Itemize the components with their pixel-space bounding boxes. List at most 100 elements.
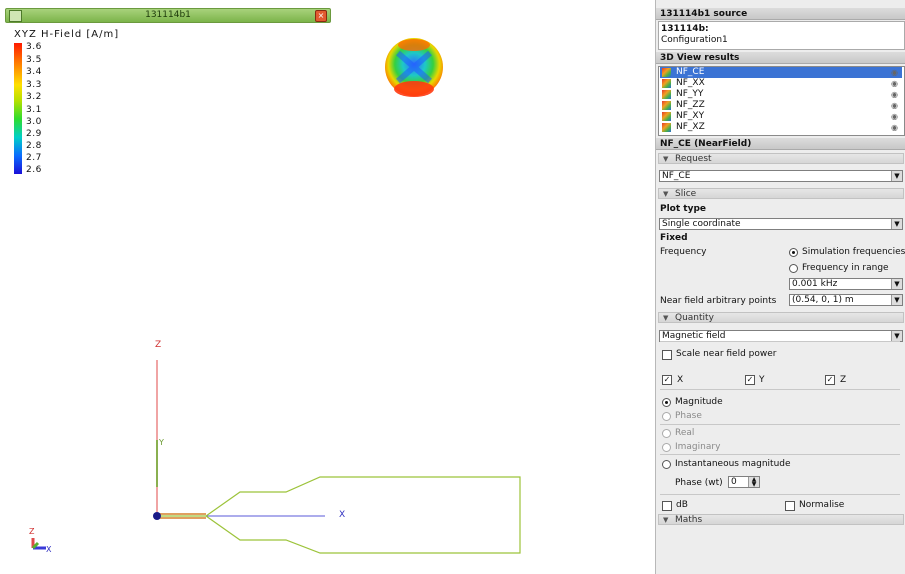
result-item-nf-xx[interactable]: NF_XX ◉ xyxy=(660,78,902,89)
result-label: NF_XZ xyxy=(676,122,705,132)
divider xyxy=(660,389,900,390)
result-label: NF_CE xyxy=(676,67,705,77)
phase-wt-spinner[interactable]: 0 ▲ ▼ xyxy=(728,476,760,488)
frequency-select[interactable]: 0.001 kHz ▼ xyxy=(789,278,903,290)
maths-section[interactable]: ▼ Maths xyxy=(658,514,904,525)
x-axis-label: X xyxy=(339,510,346,520)
chevron-down-icon: ▼ xyxy=(891,279,902,289)
eye-icon[interactable]: ◉ xyxy=(891,122,898,133)
divider xyxy=(660,494,900,495)
maths-section-label: Maths xyxy=(675,515,703,525)
x-checkbox-label: X xyxy=(677,375,684,385)
result-label: NF_ZZ xyxy=(676,100,705,110)
phase-radio[interactable] xyxy=(662,412,671,421)
result-icon xyxy=(662,79,671,88)
slice-section-label: Slice xyxy=(675,189,697,199)
eye-icon[interactable]: ◉ xyxy=(891,78,898,89)
eye-icon[interactable]: ◉ xyxy=(891,111,898,122)
phase-wt-value: 0 xyxy=(731,477,737,487)
collapse-arrow-icon: ▼ xyxy=(663,155,669,163)
chevron-down-icon: ▼ xyxy=(891,295,902,305)
results-header: 3D View results xyxy=(656,52,905,64)
real-label: Real xyxy=(675,428,695,438)
frequency-value: 0.001 kHz xyxy=(792,279,838,289)
request-section[interactable]: ▼ Request xyxy=(658,153,904,164)
plot-type-select[interactable]: Single coordinate ▼ xyxy=(659,218,903,230)
result-icon xyxy=(662,112,671,121)
instantaneous-radio[interactable] xyxy=(662,460,671,469)
chevron-down-icon: ▼ xyxy=(891,331,902,341)
collapse-arrow-icon: ▼ xyxy=(663,516,669,524)
source-header: 131114b1 source xyxy=(656,8,905,20)
chevron-down-icon: ▼ xyxy=(891,219,902,229)
source-name: 131114b: xyxy=(661,24,709,34)
triad-x-label: X xyxy=(46,545,52,554)
result-icon xyxy=(662,123,671,132)
phase-wt-label: Phase (wt) xyxy=(675,478,723,488)
eye-icon[interactable]: ◉ xyxy=(891,67,898,78)
frequency-label: Frequency xyxy=(660,247,707,257)
source-info: 131114b: Configuration1 xyxy=(658,21,905,50)
phase-label: Phase xyxy=(675,411,702,421)
result-label: NF_YY xyxy=(676,89,704,99)
3d-view[interactable]: 131114b1 × XYZ H-Field [A/m] 3.6 3.5 3.4… xyxy=(0,0,652,574)
result-icon xyxy=(662,101,671,110)
db-label: dB xyxy=(676,500,688,510)
quantity-section-label: Quantity xyxy=(675,313,714,323)
eye-icon[interactable]: ◉ xyxy=(891,89,898,100)
near-field-sphere xyxy=(385,38,443,97)
origin-marker xyxy=(153,512,161,520)
fixed-label: Fixed xyxy=(660,233,688,243)
y-checkbox[interactable]: ✓ xyxy=(745,375,755,385)
scene-canvas xyxy=(31,38,521,554)
plot-type-label: Plot type xyxy=(660,204,707,214)
spinner-arrows-icon[interactable]: ▲ ▼ xyxy=(748,477,759,488)
x-checkbox[interactable]: ✓ xyxy=(662,375,672,385)
scale-near-field-checkbox[interactable] xyxy=(662,350,672,360)
instantaneous-label: Instantaneous magnitude xyxy=(675,459,791,469)
z-axis-label: Z xyxy=(155,340,162,350)
simulation-frequencies-radio[interactable] xyxy=(789,248,798,257)
frequency-in-range-label: Frequency in range xyxy=(802,263,889,273)
simulation-frequencies-label: Simulation frequencies xyxy=(802,247,905,257)
collapse-arrow-icon: ▼ xyxy=(663,314,669,322)
result-item-nf-ce[interactable]: NF_CE ◉ xyxy=(660,67,902,78)
real-radio[interactable] xyxy=(662,429,671,438)
divider xyxy=(660,341,900,342)
divider xyxy=(660,424,900,425)
source-config: Configuration1 xyxy=(661,35,728,45)
triad-z-label: Z xyxy=(29,527,35,536)
request-value: NF_CE xyxy=(662,171,691,181)
imaginary-radio[interactable] xyxy=(662,443,671,452)
nf-points-value: (0.54, 0, 1) m xyxy=(792,295,854,305)
z-checkbox-label: Z xyxy=(840,375,847,385)
quantity-section[interactable]: ▼ Quantity xyxy=(658,312,904,323)
slice-section[interactable]: ▼ Slice xyxy=(658,188,904,199)
results-list[interactable]: NF_CE ◉ NF_XX ◉ NF_YY ◉ NF_ZZ ◉ NF_XY ◉ … xyxy=(658,66,905,136)
chevron-down-icon: ▼ xyxy=(891,171,902,181)
result-item-nf-xy[interactable]: NF_XY ◉ xyxy=(660,111,902,122)
result-label: NF_XX xyxy=(676,78,705,88)
divider xyxy=(660,454,900,455)
magnitude-radio[interactable] xyxy=(662,398,671,407)
scale-near-field-label: Scale near field power xyxy=(676,349,777,359)
eye-icon[interactable]: ◉ xyxy=(891,100,898,111)
collapse-arrow-icon: ▼ xyxy=(663,190,669,198)
db-checkbox[interactable] xyxy=(662,501,672,511)
nf-points-select[interactable]: (0.54, 0, 1) m ▼ xyxy=(789,294,903,306)
result-item-nf-xz[interactable]: NF_XZ ◉ xyxy=(660,122,902,133)
nf-points-label: Near field arbitrary points xyxy=(660,296,777,306)
result-item-nf-yy[interactable]: NF_YY ◉ xyxy=(660,89,902,100)
request-select[interactable]: NF_CE ▼ xyxy=(659,170,903,182)
props-header: NF_CE (NearField) xyxy=(656,138,905,150)
frequency-in-range-radio[interactable] xyxy=(789,264,798,273)
request-section-label: Request xyxy=(675,154,712,164)
y-checkbox-label: Y xyxy=(759,375,765,385)
properties-panel: 131114b1 source 131114b: Configuration1 … xyxy=(655,0,905,574)
quantity-value: Magnetic field xyxy=(662,331,726,341)
axis-triad xyxy=(31,538,46,550)
z-checkbox[interactable]: ✓ xyxy=(825,375,835,385)
magnitude-label: Magnitude xyxy=(675,397,723,407)
result-item-nf-zz[interactable]: NF_ZZ ◉ xyxy=(660,100,902,111)
normalise-checkbox[interactable] xyxy=(785,501,795,511)
